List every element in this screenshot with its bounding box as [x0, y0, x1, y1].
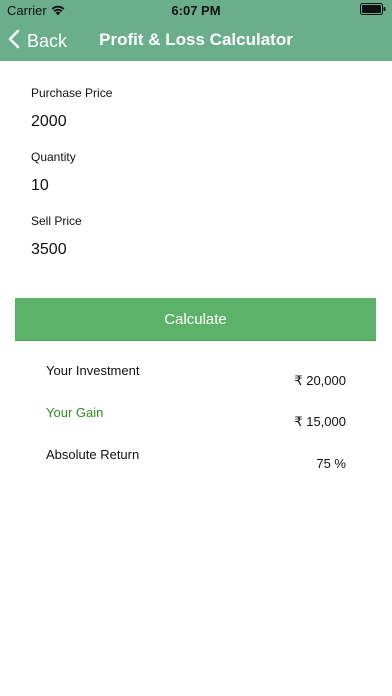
navigation-bar: Carrier 6:07 PM Back Profit & Loss Calcu… [0, 0, 392, 61]
quantity-input[interactable] [31, 174, 351, 198]
sell-price-input[interactable] [31, 238, 351, 262]
investment-value: ₹ 20,000 [294, 373, 346, 388]
status-bar: Carrier 6:07 PM [0, 0, 392, 20]
investment-label: Your Investment [46, 363, 140, 378]
gain-label: Your Gain [46, 405, 104, 420]
status-time: 6:07 PM [171, 3, 221, 18]
status-right [360, 3, 386, 15]
page-title: Profit & Loss Calculator [99, 30, 293, 49]
purchase-price-label: Purchase Price [31, 86, 113, 100]
gain-value: ₹ 15,000 [294, 414, 346, 429]
battery-icon [360, 3, 386, 15]
absolute-return-value: 75 % [316, 456, 346, 471]
quantity-label: Quantity [31, 150, 76, 164]
calculate-button[interactable]: Calculate [15, 298, 376, 340]
sell-price-label: Sell Price [31, 214, 82, 228]
purchase-price-input[interactable] [31, 110, 351, 134]
absolute-return-label: Absolute Return [46, 447, 140, 462]
